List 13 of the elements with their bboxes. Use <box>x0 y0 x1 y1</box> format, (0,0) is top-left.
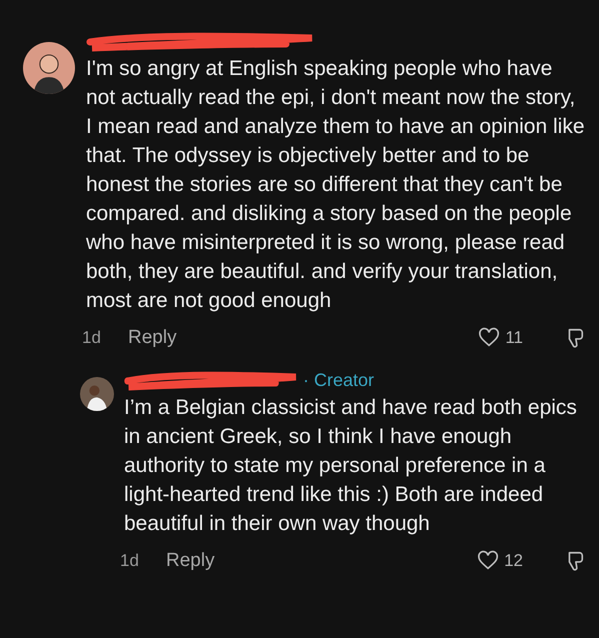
comment-time: 1d <box>82 328 102 348</box>
comment-text: I’m a Belgian classicist and have read both epics in ancient Greek, so I think I have enough authority to state my personal preference in a light-hearted trend like this :) Both are indeed beautiful in their own way though <box>124 395 578 537</box>
heart-icon[interactable] <box>477 550 500 572</box>
heart-icon[interactable] <box>478 327 500 349</box>
reply-link[interactable]: Reply <box>166 550 215 572</box>
comment-time: 1d <box>120 551 140 571</box>
like-count: 12 <box>504 551 523 571</box>
avatar-icon[interactable] <box>80 377 114 411</box>
creator-label: · Creator <box>303 370 374 390</box>
avatar-icon[interactable] <box>23 42 75 94</box>
like-count: 11 <box>505 328 523 348</box>
comment-text: I'm so angry at English speaking people who have not actually read the epi, i don't meant now the story, I mean read and analyze them to have an opinion like that. The odyssey is objectively better and to be honest the stories are so different that they can't be compared. and disliking a story based on the people who have misinterpreted it is so wrong, please read both, they are beautiful. and verify your translation, most are not good enough <box>86 56 585 314</box>
reply-link[interactable]: Reply <box>128 327 177 349</box>
